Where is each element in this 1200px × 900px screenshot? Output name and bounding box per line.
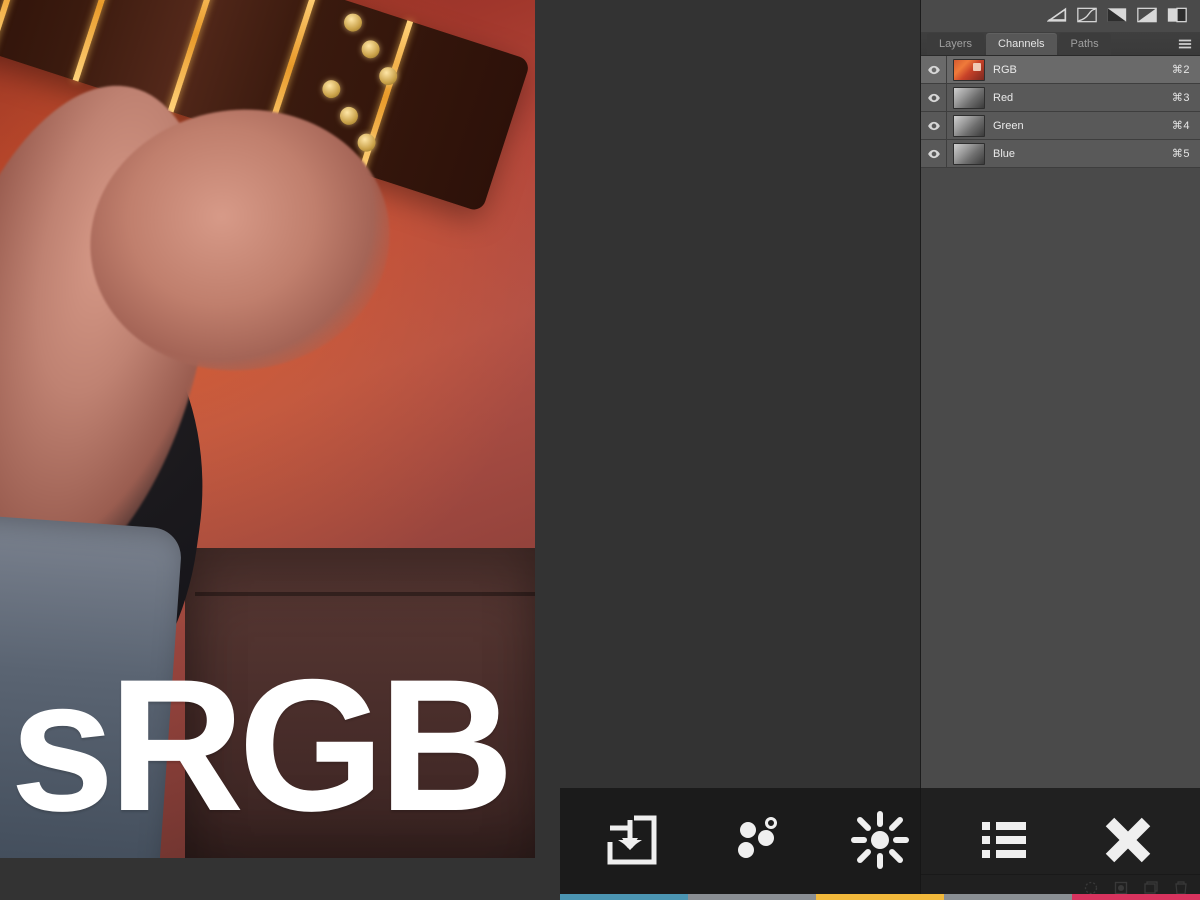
channel-shortcut: ⌘2: [1172, 63, 1190, 76]
accent-segment: [816, 894, 944, 900]
import-icon[interactable]: [587, 795, 677, 885]
channel-row-green[interactable]: Green ⌘4: [921, 112, 1200, 140]
document-canvas[interactable]: sRGB: [0, 0, 535, 858]
adjust-exposure-icon[interactable]: [1106, 6, 1128, 24]
channel-shortcut: ⌘3: [1172, 91, 1190, 104]
adjust-bw-icon[interactable]: [1166, 6, 1188, 24]
channel-name: RGB: [993, 64, 1017, 76]
visibility-toggle[interactable]: [921, 112, 947, 139]
accent-segment: [560, 894, 688, 900]
channel-shortcut: ⌘5: [1172, 147, 1190, 160]
visibility-toggle[interactable]: [921, 56, 947, 83]
overlay-toolbar: [560, 788, 1200, 900]
adjustments-mini-toolbar: [1046, 4, 1188, 26]
canvas-area[interactable]: sRGB: [0, 0, 920, 900]
visibility-toggle[interactable]: [921, 84, 947, 111]
list-icon[interactable]: [959, 795, 1049, 885]
tab-paths[interactable]: Paths: [1059, 33, 1111, 55]
channel-thumbnail: [953, 59, 985, 81]
overlay-accent-strip: [560, 894, 1200, 900]
tab-channels[interactable]: Channels: [986, 33, 1056, 55]
channel-shortcut: ⌘4: [1172, 119, 1190, 132]
accent-segment: [944, 894, 1072, 900]
channel-row-rgb[interactable]: RGB ⌘2: [921, 56, 1200, 84]
accent-segment: [688, 894, 816, 900]
channel-row-red[interactable]: Red ⌘3: [921, 84, 1200, 112]
adjust-contrast-icon[interactable]: [1136, 6, 1158, 24]
accent-segment: [1072, 894, 1200, 900]
adjust-levels-icon[interactable]: [1046, 6, 1068, 24]
visibility-toggle[interactable]: [921, 140, 947, 167]
channel-name: Red: [993, 92, 1013, 104]
channel-thumbnail: [953, 115, 985, 137]
settings-dots-icon[interactable]: [711, 795, 801, 885]
document-image: sRGB: [0, 0, 535, 858]
adjust-curves-icon[interactable]: [1076, 6, 1098, 24]
canvas-overlay-text: sRGB: [10, 661, 508, 830]
channel-row-blue[interactable]: Blue ⌘5: [921, 140, 1200, 168]
app-root: sRGB Layers Channels Paths: [0, 0, 1200, 900]
channel-thumbnail: [953, 143, 985, 165]
panel-menu-icon[interactable]: [1176, 33, 1194, 55]
channel-name: Blue: [993, 148, 1015, 160]
tab-layers[interactable]: Layers: [927, 33, 984, 55]
channels-panel-body: RGB ⌘2 Red ⌘3 Green ⌘4: [921, 56, 1200, 874]
channel-name: Green: [993, 120, 1024, 132]
close-icon[interactable]: [1083, 795, 1173, 885]
right-panel: Layers Channels Paths RGB ⌘2 Re: [920, 0, 1200, 900]
channel-thumbnail: [953, 87, 985, 109]
brightness-icon[interactable]: [835, 795, 925, 885]
panel-tabs: Layers Channels Paths: [921, 32, 1200, 56]
